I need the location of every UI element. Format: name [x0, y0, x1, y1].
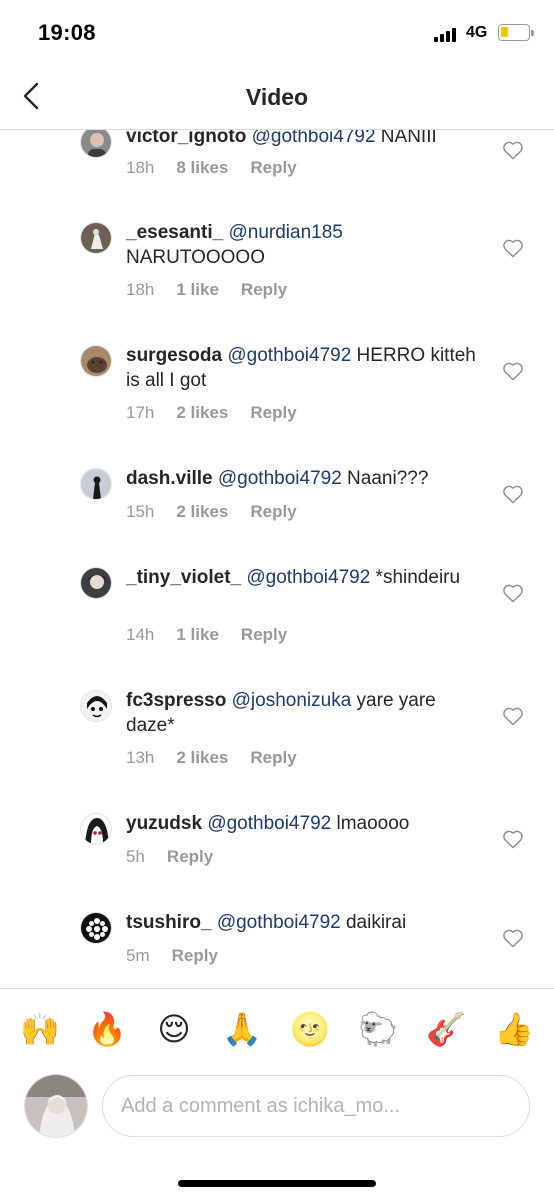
avatar[interactable] [80, 813, 112, 845]
comment-likes[interactable]: 2 likes [176, 748, 228, 767]
comment-username[interactable]: dash.ville [126, 468, 213, 489]
heart-icon[interactable] [502, 361, 524, 381]
heart-icon[interactable] [502, 238, 524, 258]
comment-likes[interactable]: 1 like [176, 280, 219, 299]
comment-meta: 13h 2 likes Reply [126, 748, 297, 768]
comment-likes[interactable]: 1 like [176, 625, 219, 644]
comment-mention[interactable]: @gothboi4792 [252, 130, 376, 147]
comment-username[interactable]: yuzudsk [126, 813, 202, 834]
reply-button[interactable]: Reply [250, 502, 296, 521]
comment-username[interactable]: _tiny_violet_ [126, 567, 241, 588]
emoji-bar: 🙌 🔥 😌 🙏 🌝 🐑 🎸 👍 [0, 988, 554, 1068]
raising-hands-emoji[interactable]: 🙌 [20, 1009, 60, 1049]
user-avatar[interactable] [24, 1074, 88, 1138]
heart-icon[interactable] [502, 706, 524, 726]
comment-input[interactable] [102, 1075, 530, 1137]
comment-likes[interactable]: 2 likes [176, 403, 228, 422]
comment-time: 18h [126, 158, 155, 177]
comment-meta: 14h 1 like Reply [126, 625, 287, 645]
home-indicator[interactable] [178, 1180, 376, 1187]
avatar[interactable] [80, 567, 112, 599]
reply-button[interactable]: Reply [250, 403, 296, 422]
comment-meta: 5m Reply [126, 946, 218, 966]
heart-icon[interactable] [502, 484, 524, 504]
reply-button[interactable]: Reply [241, 625, 287, 644]
comment-meta: 5h Reply [126, 847, 213, 867]
reply-button[interactable]: Reply [167, 847, 213, 866]
comment-likes[interactable]: 8 likes [176, 158, 228, 177]
reply-button[interactable]: Reply [241, 280, 287, 299]
comment-body: Naani??? [341, 468, 429, 489]
comment-time: 18h [126, 280, 155, 299]
comment-body: NANIII [375, 130, 437, 147]
comment-body: daikirai [340, 912, 407, 933]
comment-time: 15h [126, 502, 155, 521]
relieved-face-emoji[interactable]: 😌 [154, 1009, 194, 1049]
reply-button[interactable]: Reply [250, 748, 296, 767]
guitar-emoji[interactable]: 🎸 [426, 1009, 466, 1049]
comment-meta: 18h 8 likes Reply [126, 158, 297, 178]
thumbs-up-emoji[interactable]: 👍 [494, 1009, 534, 1049]
comment-username[interactable]: surgesoda [126, 345, 222, 366]
comment-body: NARUTOOOOO [126, 247, 265, 268]
comment-time: 17h [126, 403, 155, 422]
avatar[interactable] [80, 468, 112, 500]
comment-mention[interactable]: @gothboi4792 [218, 468, 342, 489]
comment-username[interactable]: fc3spresso [126, 690, 226, 711]
nav-bar: Video [0, 64, 554, 130]
signal-strength-icon [434, 26, 460, 42]
comment-likes[interactable]: 2 likes [176, 502, 228, 521]
avatar[interactable] [80, 130, 112, 158]
comment-time: 5h [126, 847, 145, 866]
network-type: 4G [466, 24, 488, 41]
sheep-emoji[interactable]: 🐑 [358, 1009, 398, 1049]
heart-icon[interactable] [502, 829, 524, 849]
comment-mention[interactable]: @gothboi4792 [227, 345, 351, 366]
heart-icon[interactable] [502, 140, 524, 160]
moon-face-emoji[interactable]: 🌝 [290, 1009, 330, 1049]
page-title: Video [245, 84, 309, 110]
reply-button[interactable]: Reply [250, 158, 296, 177]
avatar[interactable] [80, 912, 112, 944]
comment-mention[interactable]: @nurdian185 [228, 222, 342, 243]
comments-list: victor_ignoto @gothboi4792 NANIII 18h 8 l… [0, 130, 554, 988]
battery-icon [498, 24, 534, 41]
comment-meta: 17h 2 likes Reply [126, 403, 297, 423]
reply-button[interactable]: Reply [172, 946, 218, 965]
folded-hands-emoji[interactable]: 🙏 [222, 1009, 262, 1049]
comment-username[interactable]: _esesanti_ [126, 222, 223, 243]
avatar[interactable] [80, 690, 112, 722]
comment-mention[interactable]: @gothboi4792 [246, 567, 370, 588]
comment-meta: 15h 2 likes Reply [126, 502, 297, 522]
comment-composer [0, 1070, 554, 1150]
status-time: 19:08 [38, 20, 96, 45]
comment-meta: 18h 1 like Reply [126, 280, 287, 300]
comment-username[interactable]: tsushiro_ [126, 912, 212, 933]
avatar[interactable] [80, 345, 112, 377]
avatar[interactable] [80, 222, 112, 254]
comment-username[interactable]: victor_ignoto [126, 130, 246, 147]
comment-time: 13h [126, 748, 155, 767]
status-bar: 19:08 4G [0, 0, 554, 64]
comment-mention[interactable]: @gothboi4792 [207, 813, 331, 834]
comment-mention[interactable]: @joshonizuka [232, 690, 352, 711]
heart-icon[interactable] [502, 583, 524, 603]
comment-time: 5m [126, 946, 150, 965]
comment-body: lmaoooo [331, 813, 410, 834]
comment-body: *shindeiru [370, 567, 461, 588]
fire-emoji[interactable]: 🔥 [87, 1009, 127, 1049]
comment-mention[interactable]: @gothboi4792 [217, 912, 341, 933]
heart-icon[interactable] [502, 928, 524, 948]
comment-time: 14h [126, 625, 155, 644]
